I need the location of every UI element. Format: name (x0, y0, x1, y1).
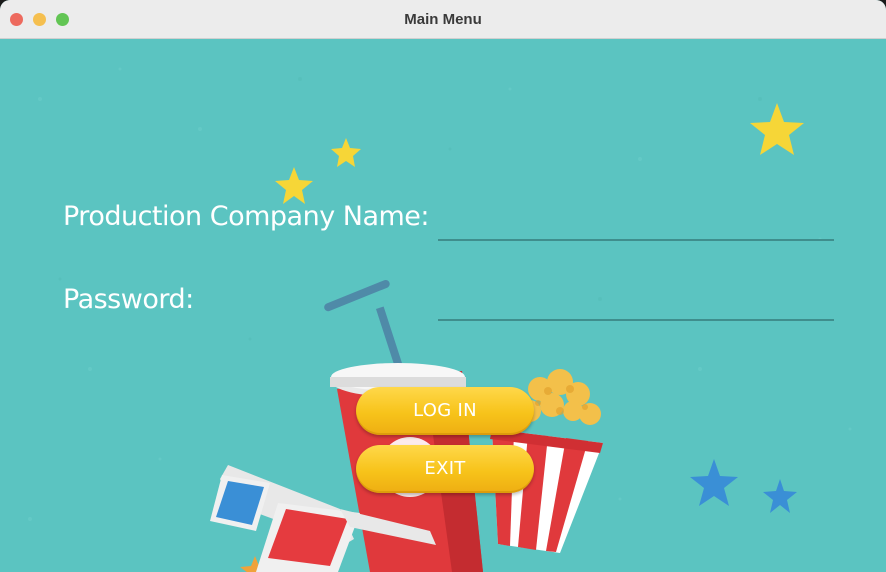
star-icon (275, 167, 313, 204)
login-panel: Production Company Name: Password: LOG I… (0, 39, 886, 572)
password-label: Password: (63, 284, 194, 315)
company-name-label: Production Company Name: (63, 201, 430, 232)
window-title: Main Menu (404, 11, 482, 28)
star-icon (763, 479, 797, 513)
star-icon (690, 459, 738, 506)
main-menu-window: Main Menu Production Company Name: Passw… (0, 0, 886, 572)
password-field[interactable] (438, 295, 834, 321)
company-name-field[interactable] (438, 215, 834, 241)
exit-button[interactable]: EXIT (356, 445, 534, 493)
title-bar: Main Menu (0, 0, 886, 39)
login-button[interactable]: LOG IN (356, 387, 534, 435)
star-icon (331, 138, 361, 167)
star-icon (750, 103, 804, 155)
